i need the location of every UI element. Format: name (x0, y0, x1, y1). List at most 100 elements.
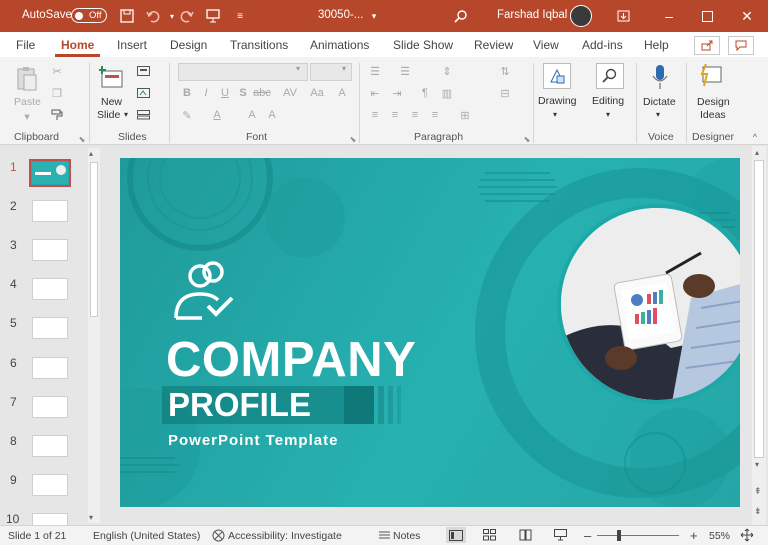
fit-to-window-icon[interactable] (740, 528, 754, 542)
line-spacing-icon[interactable]: ⇕ (440, 65, 454, 78)
tab-home[interactable]: Home (54, 38, 101, 57)
spacing-icon[interactable]: AV (283, 87, 297, 99)
microphone-icon[interactable] (648, 63, 672, 91)
ribbon-display-options-icon[interactable] (613, 6, 633, 26)
slide-subtitle-box[interactable]: PROFILE (162, 386, 374, 424)
justify-icon[interactable]: ≡ (428, 109, 442, 121)
align-text-icon[interactable]: ⊟ (498, 87, 512, 100)
accessibility-icon[interactable] (212, 529, 225, 542)
center-icon[interactable]: ≡ (388, 109, 402, 121)
tab-add-ins[interactable]: Add-ins (582, 38, 623, 52)
customize-toolbar-icon[interactable]: ≡ (230, 6, 250, 26)
filename-dropdown-icon[interactable]: ▾ (364, 6, 384, 26)
design-ideas-label[interactable]: Design (697, 96, 730, 108)
align-right-icon[interactable]: ≡ (408, 109, 422, 121)
slide-title[interactable]: COMPANY (166, 336, 416, 385)
zoom-out-icon[interactable]: – (584, 528, 591, 543)
previous-slide-icon[interactable]: ⇞ (754, 486, 762, 497)
bold-icon[interactable]: B (180, 87, 194, 99)
accessibility-status[interactable]: Accessibility: Investigate (228, 530, 342, 542)
text-direction-icon[interactable]: ⇅ (498, 65, 512, 78)
drawing-dropdown-icon[interactable]: ▾ (553, 109, 557, 121)
smartart-icon[interactable]: ⊞ (458, 109, 472, 122)
scroll-thumb[interactable] (90, 162, 98, 317)
align-left-icon[interactable]: ≡ (368, 109, 382, 121)
language[interactable]: English (United States) (93, 530, 200, 542)
close-icon[interactable]: ✕ (737, 6, 757, 26)
slide-canvas[interactable]: COMPANY PROFILE PowerPoint Template (120, 158, 740, 507)
tab-transitions[interactable]: Transitions (230, 38, 288, 52)
slide-thumbnail-6[interactable] (32, 357, 68, 379)
editing-search-icon[interactable] (596, 63, 624, 89)
new-slide-label[interactable]: New (101, 96, 122, 108)
reset-icon[interactable] (136, 87, 150, 99)
slide-thumbnail-1[interactable] (29, 159, 71, 187)
zoom-in-icon[interactable]: + (690, 528, 698, 543)
zoom-level[interactable]: 55% (709, 530, 730, 542)
thumbnail-scrollbar[interactable]: ▴ ▾ (88, 148, 100, 523)
maximize-icon[interactable] (697, 6, 717, 26)
clipboard-launcher-icon[interactable]: ⬊ (75, 133, 89, 145)
slideshow-view-icon[interactable] (554, 529, 567, 541)
bullets-icon[interactable]: ☰ (368, 65, 382, 78)
slide-thumbnail-8[interactable] (32, 435, 68, 457)
paragraph-launcher-icon[interactable]: ⬊ (520, 133, 534, 145)
columns-icon[interactable]: ▥ (440, 87, 454, 100)
decrease-font-icon[interactable]: A (265, 109, 279, 121)
font-size-dropdown-icon[interactable]: ▾ (342, 64, 346, 73)
tab-insert[interactable]: Insert (117, 38, 147, 52)
scroll-down-icon[interactable]: ▾ (755, 460, 759, 469)
slide-thumbnail-5[interactable] (32, 317, 68, 339)
decrease-indent-icon[interactable]: ⇤ (368, 87, 382, 100)
section-icon[interactable] (136, 109, 150, 121)
tab-review[interactable]: Review (474, 38, 513, 52)
slide-tagline[interactable]: PowerPoint Template (168, 432, 338, 449)
tab-design[interactable]: Design (170, 38, 207, 52)
scroll-thumb[interactable] (754, 160, 764, 458)
drawing-icon[interactable] (543, 63, 571, 89)
scroll-up-icon[interactable]: ▴ (755, 148, 759, 157)
clear-formatting-icon[interactable]: A (335, 87, 349, 99)
zoom-slider[interactable] (597, 535, 679, 536)
dictate-dropdown-icon[interactable]: ▾ (656, 109, 660, 121)
share-icon[interactable] (694, 36, 720, 55)
underline-icon[interactable]: U (218, 87, 232, 99)
format-painter-icon[interactable] (50, 109, 64, 121)
reading-view-icon[interactable] (519, 529, 532, 541)
search-icon[interactable] (451, 6, 471, 26)
design-ideas-icon[interactable] (697, 63, 725, 89)
change-case-icon[interactable]: Aa (310, 87, 324, 99)
minimize-icon[interactable]: – (659, 6, 679, 26)
slide-scrollbar[interactable]: ▴ ▾ ⇞ ⇟ (752, 146, 766, 526)
tab-view[interactable]: View (533, 38, 559, 52)
rtl-icon[interactable]: ¶ (418, 87, 432, 99)
collapse-ribbon-icon[interactable]: ^ (748, 131, 762, 143)
paste-icon[interactable] (14, 65, 40, 93)
autosave-toggle[interactable]: Off (71, 8, 107, 23)
save-icon[interactable] (117, 6, 137, 26)
editing-dropdown-icon[interactable]: ▾ (606, 109, 610, 121)
strikethrough-icon[interactable]: abc (253, 87, 271, 99)
increase-font-icon[interactable]: A (245, 109, 259, 121)
comments-icon[interactable] (728, 36, 754, 55)
next-slide-icon[interactable]: ⇟ (754, 506, 762, 517)
drawing-button[interactable]: Drawing (538, 95, 577, 107)
new-slide-dropdown-icon[interactable]: ▾ (122, 109, 130, 121)
notes-button[interactable]: Notes (393, 530, 420, 542)
editing-button[interactable]: Editing (592, 95, 624, 107)
avatar[interactable] (570, 5, 592, 27)
new-slide-icon[interactable] (98, 63, 126, 91)
tab-animations[interactable]: Animations (310, 38, 369, 52)
layout-icon[interactable] (136, 65, 150, 77)
undo-icon[interactable] (143, 6, 163, 26)
tab-file[interactable]: File (16, 38, 35, 52)
font-launcher-icon[interactable]: ⬊ (346, 133, 360, 145)
zoom-slider-thumb[interactable] (617, 530, 621, 541)
copy-icon[interactable]: ❐ (50, 87, 64, 100)
scroll-up-icon[interactable]: ▴ (89, 149, 93, 158)
tab-help[interactable]: Help (644, 38, 669, 52)
font-color-icon[interactable]: A (210, 109, 224, 121)
document-title[interactable]: 30050-... (318, 9, 363, 21)
numbering-icon[interactable]: ☰ (398, 65, 412, 78)
redo-icon[interactable] (177, 6, 197, 26)
